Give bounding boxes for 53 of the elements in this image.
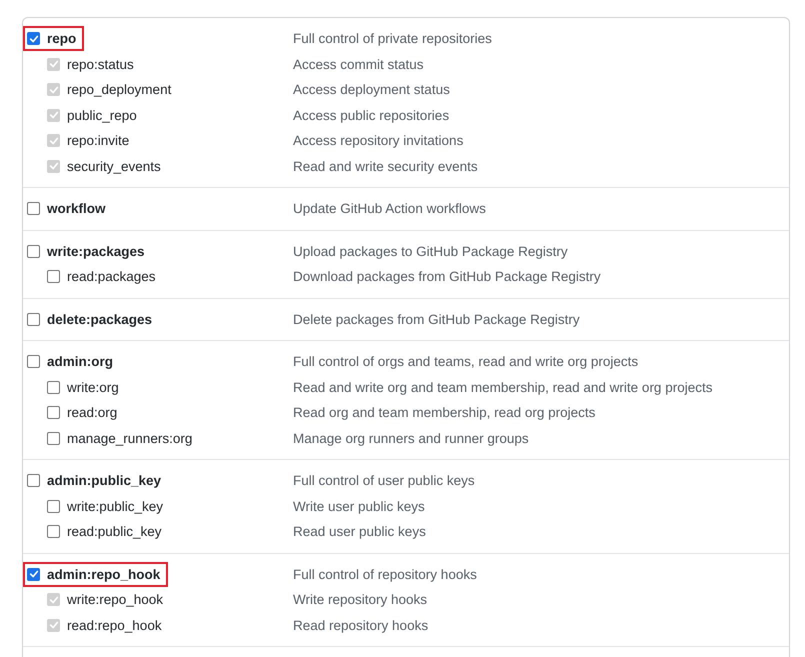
scope-description: Write user public keys (293, 498, 425, 514)
checkbox[interactable] (47, 500, 60, 513)
scope-description: Access commit status (293, 56, 424, 72)
checkbox[interactable] (27, 244, 40, 258)
scope-name: write:org (67, 380, 119, 395)
scope-name: repo (47, 31, 76, 46)
scope-description: Access public repositories (293, 108, 450, 123)
checkbox[interactable] (47, 270, 60, 284)
scope-description: Read and write security events (293, 158, 478, 174)
checkbox[interactable] (47, 525, 60, 538)
scope-name: read:repo_hook (67, 618, 162, 633)
scope-description: Delete packages from GitHub Package Registry (293, 312, 580, 327)
scope-name: repo:status (67, 56, 134, 72)
scope-description: Full control of user public keys (293, 473, 475, 488)
scope-name: public_repo (67, 108, 137, 123)
checkbox[interactable] (27, 32, 40, 46)
scope-name: admin:repo_hook (47, 566, 160, 582)
scope-name: read:public_key (67, 524, 162, 540)
scope-name: write:repo_hook (67, 592, 164, 608)
checkbox[interactable] (47, 432, 60, 445)
scope-description: Full control of private repositories (293, 31, 492, 46)
scope-description: Access repository invitations (293, 133, 464, 148)
scope-name: read:packages (67, 269, 156, 284)
checkbox[interactable] (27, 568, 40, 581)
scope-name: write:public_key (67, 498, 164, 514)
scope-name: delete:packages (47, 312, 152, 327)
scope-description: Upload packages to GitHub Package Registry (293, 244, 568, 259)
checkbox[interactable] (27, 202, 40, 216)
checkbox[interactable] (27, 474, 40, 488)
scope-description: Download packages from GitHub Package Registry (293, 269, 601, 284)
scope-name: read:org (67, 405, 118, 420)
scope-description: Read org and team membership, read org projects (293, 405, 596, 420)
scope-name: workflow (47, 201, 106, 216)
scope-description: Read and write org and team membership, read and write org projects (293, 380, 712, 395)
scope-description: Read repository hooks (293, 618, 428, 633)
scope-description: Full control of orgs and teams, read and write org projects (293, 354, 638, 370)
scope-description: Read user public keys (293, 524, 426, 540)
checkbox[interactable] (47, 406, 60, 420)
scope-description: Full control of repository hooks (293, 566, 477, 582)
scope-description: Write repository hooks (293, 592, 428, 608)
scope-name: manage_runners:org (67, 430, 192, 446)
checkbox[interactable] (27, 312, 40, 326)
checkbox[interactable] (47, 380, 60, 394)
scope-name: admin:org (47, 354, 113, 370)
scope-description: Access deployment status (293, 82, 450, 98)
scope-name: repo_deployment (67, 82, 172, 98)
scope-name: admin:public_key (47, 473, 162, 488)
scope-description: Update GitHub Action workflows (293, 201, 486, 216)
scope-name: security_events (67, 158, 161, 174)
scope-name: write:packages (47, 244, 145, 259)
scope-description: Manage org runners and runner groups (293, 430, 529, 446)
scope-name: repo:invite (67, 133, 130, 148)
checkbox[interactable] (27, 355, 40, 368)
